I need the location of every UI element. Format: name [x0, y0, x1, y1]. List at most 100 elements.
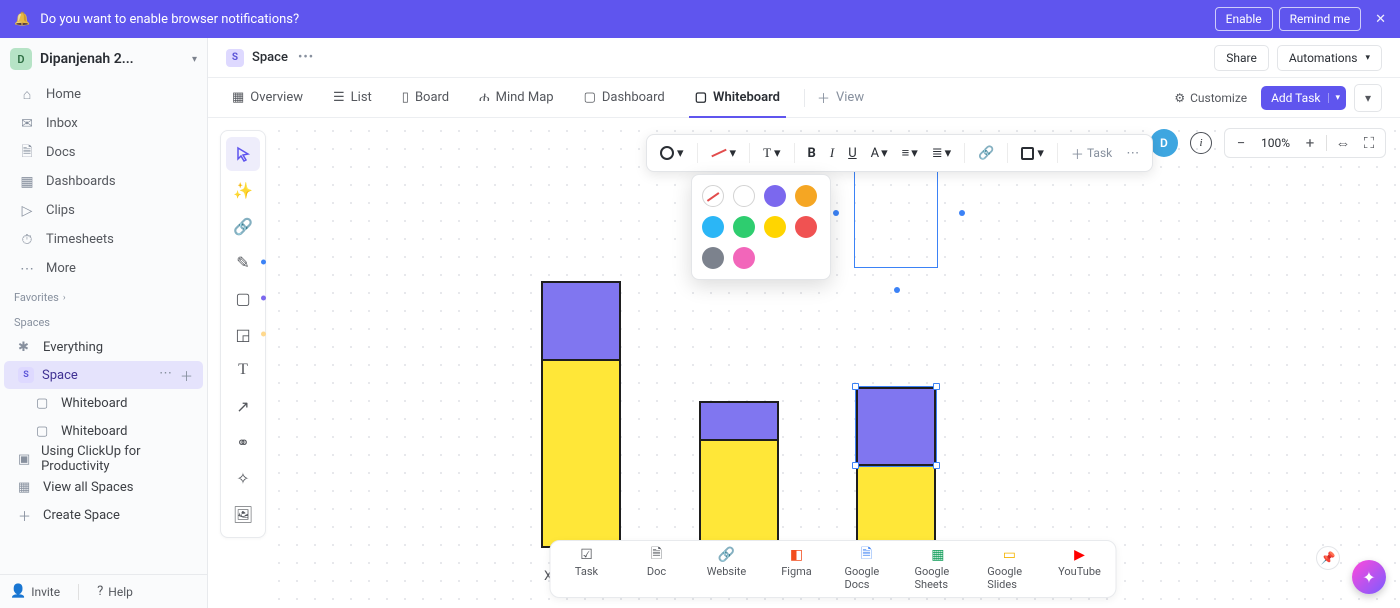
enable-button[interactable]: Enable	[1215, 7, 1273, 31]
sidebar-item-view-all-spaces[interactable]: ▦View all Spaces	[4, 473, 203, 501]
selection-handle[interactable]	[933, 383, 940, 390]
more-icon[interactable]: ⋯	[159, 366, 172, 385]
pin-dock-button[interactable]: 📌	[1316, 546, 1340, 570]
tool-pen[interactable]: ✎	[226, 245, 260, 279]
align-button[interactable]: ≡▾	[897, 142, 923, 164]
sidebar-item-everything[interactable]: ✱Everything	[4, 333, 203, 361]
fullscreen-button[interactable]: ⛶	[1359, 134, 1379, 152]
share-button[interactable]: Share	[1214, 45, 1269, 71]
plus-icon[interactable]: ＋	[180, 366, 193, 385]
sidebar-item-create-space[interactable]: ＋Create Space	[4, 501, 203, 529]
nav-timesheets[interactable]: ⏱Timesheets	[4, 225, 203, 254]
bar-segment-purple[interactable]	[856, 387, 936, 466]
customize-button[interactable]: ⚙Customize	[1174, 91, 1247, 105]
bold-button[interactable]: B	[803, 143, 821, 164]
tab-whiteboard[interactable]: ▢Whiteboard	[689, 78, 786, 118]
nav-more[interactable]: ⋯More	[4, 254, 203, 283]
selection-handle[interactable]	[933, 462, 940, 469]
link-button[interactable]: 🔗	[973, 143, 999, 164]
chart-bar-selected[interactable]	[856, 387, 936, 548]
tool-ai[interactable]: ✨	[226, 173, 260, 207]
dock-google-slides[interactable]: ▭Google Slides	[987, 547, 1031, 591]
close-icon[interactable]: ✕	[1375, 12, 1386, 27]
nav-docs[interactable]: 🗎Docs	[4, 138, 203, 167]
tab-dashboard[interactable]: ▢Dashboard	[578, 78, 671, 118]
tab-list[interactable]: ☰List	[327, 78, 378, 118]
info-icon[interactable]: i	[1190, 132, 1212, 154]
dock-task[interactable]: ☑Task	[565, 547, 609, 591]
underline-button[interactable]: U	[843, 143, 861, 164]
nav-clips[interactable]: ▷Clips	[4, 196, 203, 225]
bar-segment-purple[interactable]	[699, 401, 779, 441]
workspace-switcher[interactable]: D Dipanjenah 2... ▾	[0, 38, 207, 80]
tab-mindmap[interactable]: ሐMind Map	[473, 78, 559, 118]
tool-link[interactable]: 🔗	[226, 209, 260, 243]
tool-text[interactable]: T	[226, 353, 260, 387]
tool-select[interactable]	[226, 137, 260, 171]
zoom-in-button[interactable]: +	[1300, 134, 1320, 152]
color-swatch[interactable]	[764, 185, 786, 207]
fill-color-button[interactable]: ▾	[655, 143, 689, 164]
more-icon[interactable]: •••	[298, 50, 314, 65]
selection-handle[interactable]	[894, 287, 900, 293]
tool-graph[interactable]: ⚭	[226, 425, 260, 459]
color-swatch-none[interactable]	[702, 185, 724, 207]
add-task-quick[interactable]: ＋Task	[1066, 141, 1117, 166]
sidebar-item-whiteboard[interactable]: ▢Whiteboard	[4, 417, 203, 445]
selection-handle[interactable]	[833, 210, 839, 216]
color-swatch[interactable]	[702, 216, 724, 238]
tab-add-view[interactable]: ＋View	[811, 78, 870, 118]
automations-button[interactable]: Automations▾	[1277, 45, 1382, 71]
nav-inbox[interactable]: ✉Inbox	[4, 109, 203, 138]
italic-button[interactable]: I	[825, 142, 839, 164]
add-task-button[interactable]: Add Task▾	[1261, 86, 1346, 110]
dock-google-sheets[interactable]: ▦Google Sheets	[915, 547, 962, 591]
tool-sticky[interactable]: ◲	[226, 317, 260, 351]
dock-google-docs[interactable]: 🗎Google Docs	[845, 547, 889, 591]
color-swatch[interactable]	[795, 216, 817, 238]
color-swatch[interactable]	[733, 247, 755, 269]
tool-image[interactable]: 🖼	[226, 497, 260, 531]
favorites-section[interactable]: Favorites›	[0, 283, 207, 308]
chart-bar[interactable]	[699, 401, 779, 548]
color-swatch[interactable]	[733, 185, 755, 207]
overflow-button[interactable]: ▾	[1354, 84, 1382, 112]
sidebar-item-using-clickup[interactable]: ▣Using ClickUp for Productivity	[4, 445, 203, 473]
selection-handle[interactable]	[852, 462, 859, 469]
text-style-button[interactable]: T▾	[758, 142, 785, 164]
ai-fab-button[interactable]: ✦	[1352, 560, 1386, 594]
sidebar-item-space[interactable]: S Space ⋯＋	[4, 361, 203, 389]
nav-home[interactable]: ⌂Home	[4, 80, 203, 109]
stroke-color-button[interactable]: ▾	[706, 143, 742, 164]
tab-overview[interactable]: ▦Overview	[226, 78, 309, 118]
whiteboard-canvas[interactable]: X axis label 1 X axis label 2 X axis lab…	[266, 118, 1400, 608]
shape-frame-button[interactable]: ▾	[1016, 143, 1049, 164]
nav-dashboards[interactable]: ▦Dashboards	[4, 167, 203, 196]
fit-width-button[interactable]: ⇔	[1333, 134, 1353, 152]
text-color-button[interactable]: A▾	[866, 143, 893, 164]
selection-handle[interactable]	[959, 210, 965, 216]
tool-connector[interactable]: ↗	[226, 389, 260, 423]
zoom-out-button[interactable]: −	[1231, 134, 1251, 152]
color-swatch[interactable]	[764, 216, 786, 238]
tool-shapes[interactable]: ▢	[226, 281, 260, 315]
bar-segment-yellow[interactable]	[856, 466, 936, 548]
sidebar-item-whiteboard[interactable]: ▢Whiteboard	[4, 389, 203, 417]
spaces-section[interactable]: Spaces	[0, 308, 207, 333]
avatar[interactable]: D	[1150, 129, 1178, 157]
bar-segment-purple[interactable]	[541, 281, 621, 361]
color-swatch[interactable]	[702, 247, 724, 269]
bar-segment-yellow[interactable]	[699, 441, 779, 548]
invite-button[interactable]: 👤Invite	[10, 584, 60, 599]
remind-button[interactable]: Remind me	[1279, 7, 1361, 31]
tool-magic[interactable]: ✧	[226, 461, 260, 495]
tab-board[interactable]: ▯Board	[396, 78, 455, 118]
bar-segment-yellow[interactable]	[541, 361, 621, 548]
more-button[interactable]: ⋯	[1121, 143, 1144, 164]
chart-bar[interactable]	[541, 281, 621, 548]
dock-figma[interactable]: ◧Figma	[775, 547, 819, 591]
list-button[interactable]: ≣▾	[927, 143, 956, 164]
color-swatch[interactable]	[795, 185, 817, 207]
dock-website[interactable]: 🔗Website	[705, 547, 749, 591]
help-button[interactable]: ?Help	[97, 584, 133, 599]
